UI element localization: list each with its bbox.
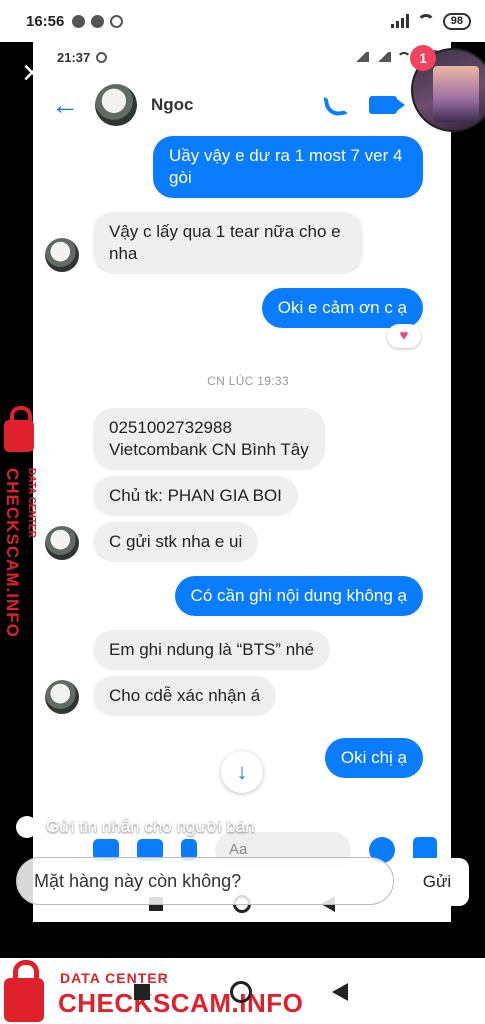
outer-status-right: 98 [390,12,471,30]
screen: 16:56 98 21:37 66 ← Ngoc [0,0,485,1024]
message-row: Chủ tk: PHAN GIA BOI [45,476,451,516]
message-bubble-incoming[interactable]: C gửi stk nha e ui [93,522,259,562]
signal-icon [374,52,391,62]
lock-icon [4,960,44,1022]
home-icon[interactable] [230,981,252,1003]
watermark-subtext: DATA CENTER [60,970,169,986]
arrow-down-icon[interactable]: ↓ [221,751,263,793]
message-bubble-incoming[interactable]: 0251002732988 Vietcombank CN Bình Tây [93,408,325,470]
message-bubble-incoming[interactable]: Cho cdễ xác nhận á [93,676,277,716]
avatar [45,526,79,560]
outer-status-bar: 16:56 98 [0,0,485,42]
battery-icon: 98 [442,12,471,30]
message-bubble-incoming[interactable]: Em ghi ndung là “BTS” nhé [93,630,331,670]
message-row: Vậy c lấy qua 1 tear nữa cho e nha [45,212,451,274]
message-bubble-outgoing[interactable]: Có cần ghi nội dung không ạ [174,576,423,616]
message-row: Em ghi ndung là “BTS” nhé [45,630,451,670]
outer-clock: 16:56 [26,12,65,30]
message-row: 0251002732988 Vietcombank CN Bình Tây [45,408,451,470]
back-arrow-icon[interactable]: ← [51,89,81,121]
signal-icon [352,52,369,62]
contact-name[interactable]: Ngoc [151,95,194,115]
reaction-row: ♥ [45,324,451,356]
chat-notification-icon [72,14,86,28]
seller-message-input[interactable]: Mặt hàng này còn không? [16,857,394,905]
chat-head-thumbnail [433,66,479,122]
unread-badge: 1 [410,45,436,71]
send-button[interactable]: Gửi [405,858,469,906]
inner-status-bar: 21:37 66 [33,40,451,74]
close-icon[interactable]: × [16,56,48,90]
message-row: Có cần ghi nội dung không ạ [45,576,451,616]
wifi-icon [416,14,435,28]
lock-icon [4,406,34,452]
shared-screenshot: 21:37 66 ← Ngoc Uầy vậy e dư ra 1 most 7… [33,40,451,922]
message-bubble-incoming[interactable]: Chủ tk: PHAN GIA BOI [93,476,298,516]
message-row: Oki e cảm ơn c ạ [45,288,451,328]
message-row: Cho cdễ xác nhận á [45,676,451,716]
avatar [45,238,79,272]
inner-clock: 21:37 [57,49,91,65]
messenger-outline-icon [96,51,108,63]
timestamp: CN LÚC 19:33 [207,374,289,388]
signal-icon [390,14,409,28]
message-bubble-incoming[interactable]: Vậy c lấy qua 1 tear nữa cho e nha [93,212,363,274]
recents-icon[interactable] [134,984,150,1000]
message-bubble-outgoing[interactable]: Oki chị ạ [324,738,423,778]
heart-reaction-icon[interactable]: ♥ [387,324,421,348]
message-bubble-outgoing[interactable]: Oki e cảm ơn c ạ [261,288,423,328]
watermark-side: CHECKSCAM.INFO DATA CENTER [0,406,40,660]
message-bubble-outgoing[interactable]: Uầy vậy e dư ra 1 most 7 ver 4 gòi [153,136,423,198]
messenger-notification-icon [91,14,105,28]
watermark-text: CHECKSCAM.INFO [58,988,304,1018]
avatar [45,680,79,714]
watermark-text: CHECKSCAM.INFO [3,468,22,638]
watermark-subtext: DATA CENTER [26,468,37,538]
message-thread: Uầy vậy e dư ra 1 most 7 ver 4 gòi Vậy c… [33,136,451,778]
messenger-outline-icon [110,14,124,28]
chat-header: ← Ngoc [33,74,451,136]
message-row: C gửi stk nha e ui [45,522,451,562]
messenger-icon [16,816,38,838]
marketplace-title-text: Gửi tin nhắn cho người bán [46,817,255,836]
marketplace-title: Gửi tin nhắn cho người bán [16,816,255,838]
video-icon[interactable] [369,96,405,114]
notification-icons [72,14,124,28]
phone-icon[interactable] [323,92,349,118]
wifi-icon [396,51,411,63]
back-icon[interactable] [332,983,348,1001]
avatar[interactable] [95,84,137,126]
message-row: Uầy vậy e dư ra 1 most 7 ver 4 gòi [45,136,451,198]
